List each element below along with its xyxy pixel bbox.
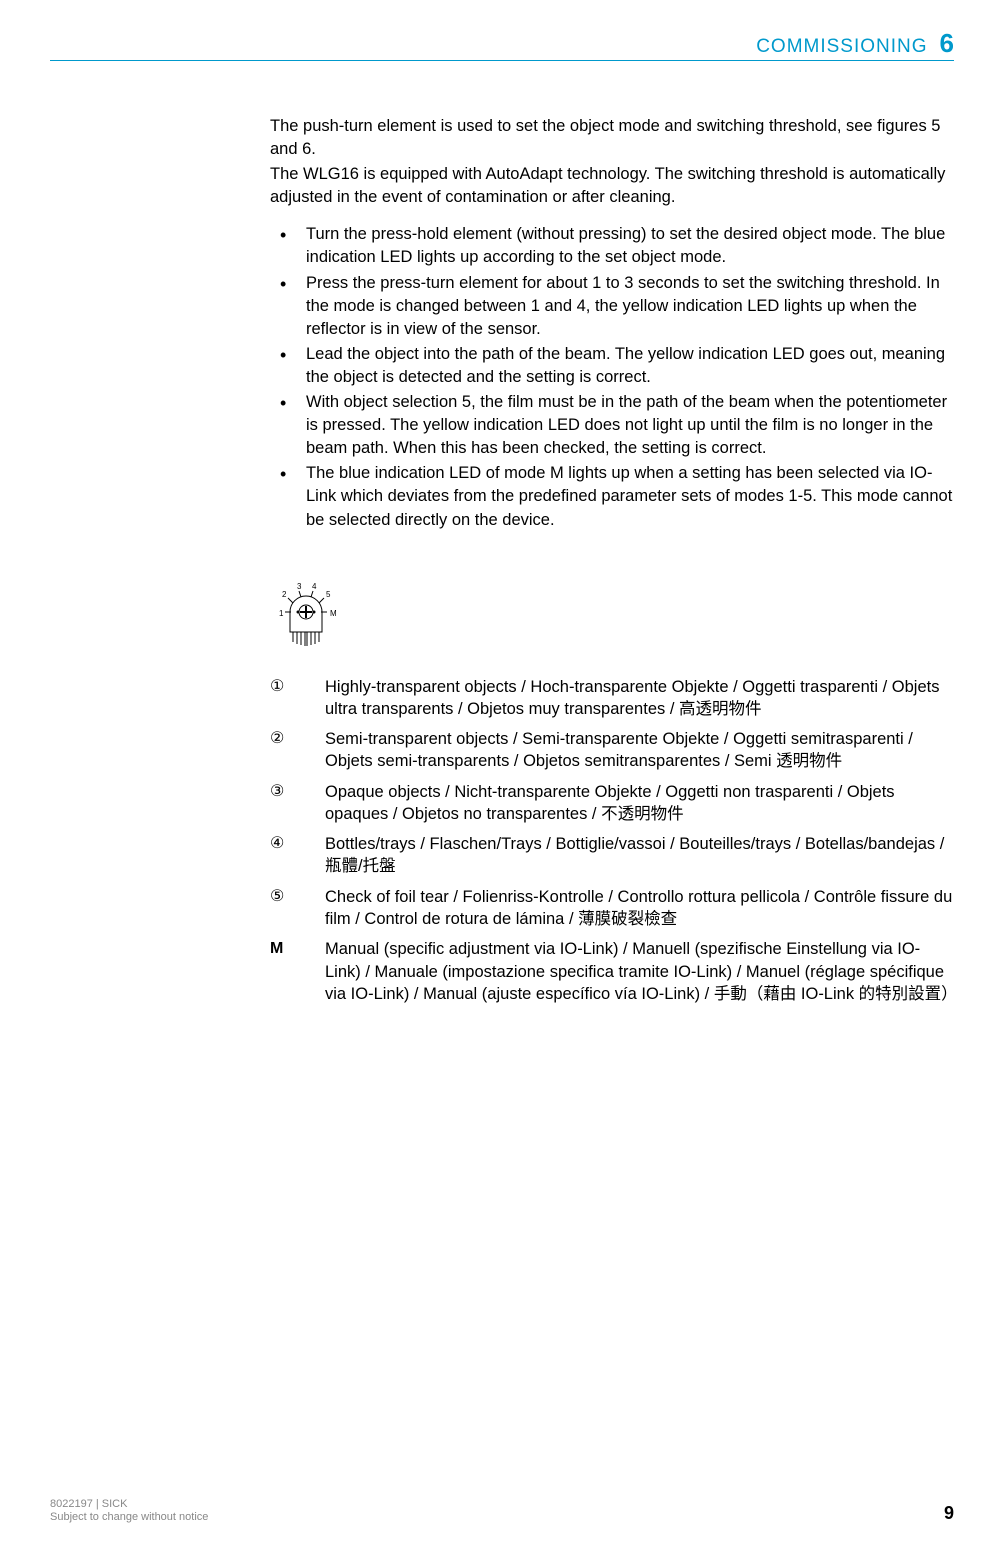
header-divider	[50, 60, 954, 61]
dial-label-4: 4	[312, 582, 317, 591]
dial-label-2: 2	[282, 590, 287, 599]
legend-text: Opaque objects / Nicht-transparente Obje…	[325, 781, 954, 826]
legend-text: Bottles/trays / Flaschen/Trays / Bottigl…	[325, 833, 954, 878]
legend-item: ③ Opaque objects / Nicht-transparente Ob…	[270, 781, 954, 826]
dial-label-3: 3	[297, 582, 302, 591]
footer-notice: Subject to change without notice	[50, 1511, 208, 1524]
legend-item: M Manual (specific adjustment via IO-Lin…	[270, 938, 954, 1005]
page-footer: 8022197 | SICK Subject to change without…	[50, 1498, 954, 1524]
list-item: Lead the object into the path of the bea…	[270, 343, 954, 389]
section-title: COMMISSIONING	[756, 36, 927, 58]
legend-text: Semi-transparent objects / Semi-transpar…	[325, 728, 954, 773]
main-content: The push-turn element is used to set the…	[270, 115, 954, 1013]
legend-item: ① Highly-transparent objects / Hoch-tran…	[270, 676, 954, 721]
legend-text: Manual (specific adjustment via IO-Link)…	[325, 938, 954, 1005]
legend-number: ①	[270, 676, 325, 721]
dial-label-5: 5	[326, 590, 331, 599]
list-item: With object selection 5, the film must b…	[270, 391, 954, 460]
legend-text: Highly-transparent objects / Hoch-transp…	[325, 676, 954, 721]
instruction-list: Turn the press-hold element (without pre…	[270, 223, 954, 531]
legend-number: M	[270, 938, 325, 1005]
legend-item: ④ Bottles/trays / Flaschen/Trays / Botti…	[270, 833, 954, 878]
dial-label-m: M	[330, 609, 337, 618]
legend-number: ③	[270, 781, 325, 826]
dial-label-1: 1	[279, 609, 284, 618]
legend-list: ① Highly-transparent objects / Hoch-tran…	[270, 676, 954, 1005]
legend-item: ⑤ Check of foil tear / Folienriss-Kontro…	[270, 886, 954, 931]
page-number: 9	[944, 1503, 954, 1524]
list-item: The blue indication LED of mode M lights…	[270, 462, 954, 531]
page-header: COMMISSIONING 6	[756, 28, 954, 59]
intro-paragraph-2: The WLG16 is equipped with AutoAdapt tec…	[270, 163, 954, 209]
legend-number: ⑤	[270, 886, 325, 931]
doc-id: 8022197 | SICK	[50, 1498, 208, 1511]
dial-diagram: 1 2 3 4 5 M	[270, 582, 954, 654]
legend-number: ④	[270, 833, 325, 878]
list-item: Turn the press-hold element (without pre…	[270, 223, 954, 269]
legend-item: ② Semi-transparent objects / Semi-transp…	[270, 728, 954, 773]
footer-meta: 8022197 | SICK Subject to change without…	[50, 1498, 208, 1524]
legend-number: ②	[270, 728, 325, 773]
list-item: Press the press-turn element for about 1…	[270, 272, 954, 341]
section-number: 6	[940, 28, 954, 59]
intro-paragraph-1: The push-turn element is used to set the…	[270, 115, 954, 161]
legend-text: Check of foil tear / Folienriss-Kontroll…	[325, 886, 954, 931]
